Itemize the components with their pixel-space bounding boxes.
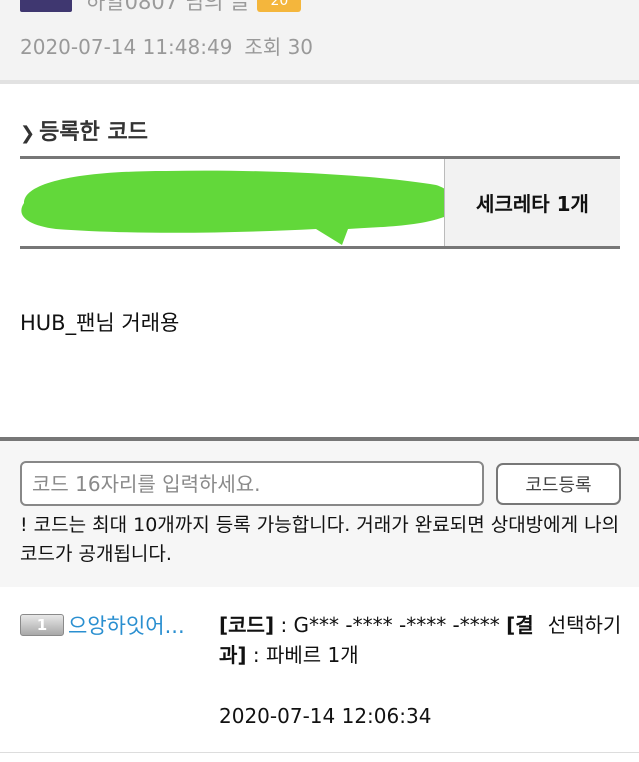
registered-item-cell: 세크레타 1개 [444,159,620,246]
code-entry-area: 코드등록 ! 코드는 최대 10개까지 등록 가능합니다. 거래가 완료되면 상… [0,441,639,587]
registered-code-cell [20,159,454,246]
register-code-button[interactable]: 코드등록 [496,463,621,505]
code-notice: ! 코드는 최대 10개까지 등록 가능합니다. 거래가 완료되면 상대방에게 … [20,514,620,565]
comment-date: 2020-07-14 12:06:34 [219,704,432,728]
view-count: 조회 30 [244,35,314,59]
comment-row: 1 으앙하잇어... [코드] : G*** -**** -**** -****… [0,587,639,762]
result-value: : 파베르 1개 [252,643,359,667]
post-date: 2020-07-14 11:48:49 [20,35,233,59]
registered-code-title: 등록한 코드 [39,120,148,145]
author-row: 하얄0807 님의 글 20 [86,0,302,16]
author-name[interactable]: 하얄0807 님의 글 [86,0,249,14]
masked-code: : G*** -**** -**** -**** [280,613,500,637]
redaction-mark [21,170,454,245]
post-meta-band: 하얄0807 님의 글 20 2020-07-14 11:48:49 조회 30 [0,0,639,80]
registered-code-heading: ❯ 등록한 코드 [20,114,148,146]
section-divider [0,80,639,84]
comment-divider [0,752,639,753]
comment-nickname[interactable]: 으앙하잇어... [68,610,185,640]
post-date-row: 2020-07-14 11:48:49 조회 30 [20,31,313,60]
code-input[interactable] [20,461,484,506]
chevron-right-icon: ❯ [20,123,36,144]
code-label: [코드] [219,613,275,637]
post-memo: HUB_팬님 거래용 [20,311,180,335]
rank-badge-icon: 1 [20,614,64,636]
author-avatar[interactable] [20,0,72,12]
result-label: [결 [506,613,534,637]
select-link[interactable]: 선택하기 [548,613,622,637]
comment-body: [코드] : G*** -**** -**** -**** [결 선택하기 과] … [219,610,639,670]
result-label-cont: 과] [219,643,247,667]
level-badge: 20 [257,0,302,12]
registered-code-table: 세크레타 1개 [20,156,620,249]
